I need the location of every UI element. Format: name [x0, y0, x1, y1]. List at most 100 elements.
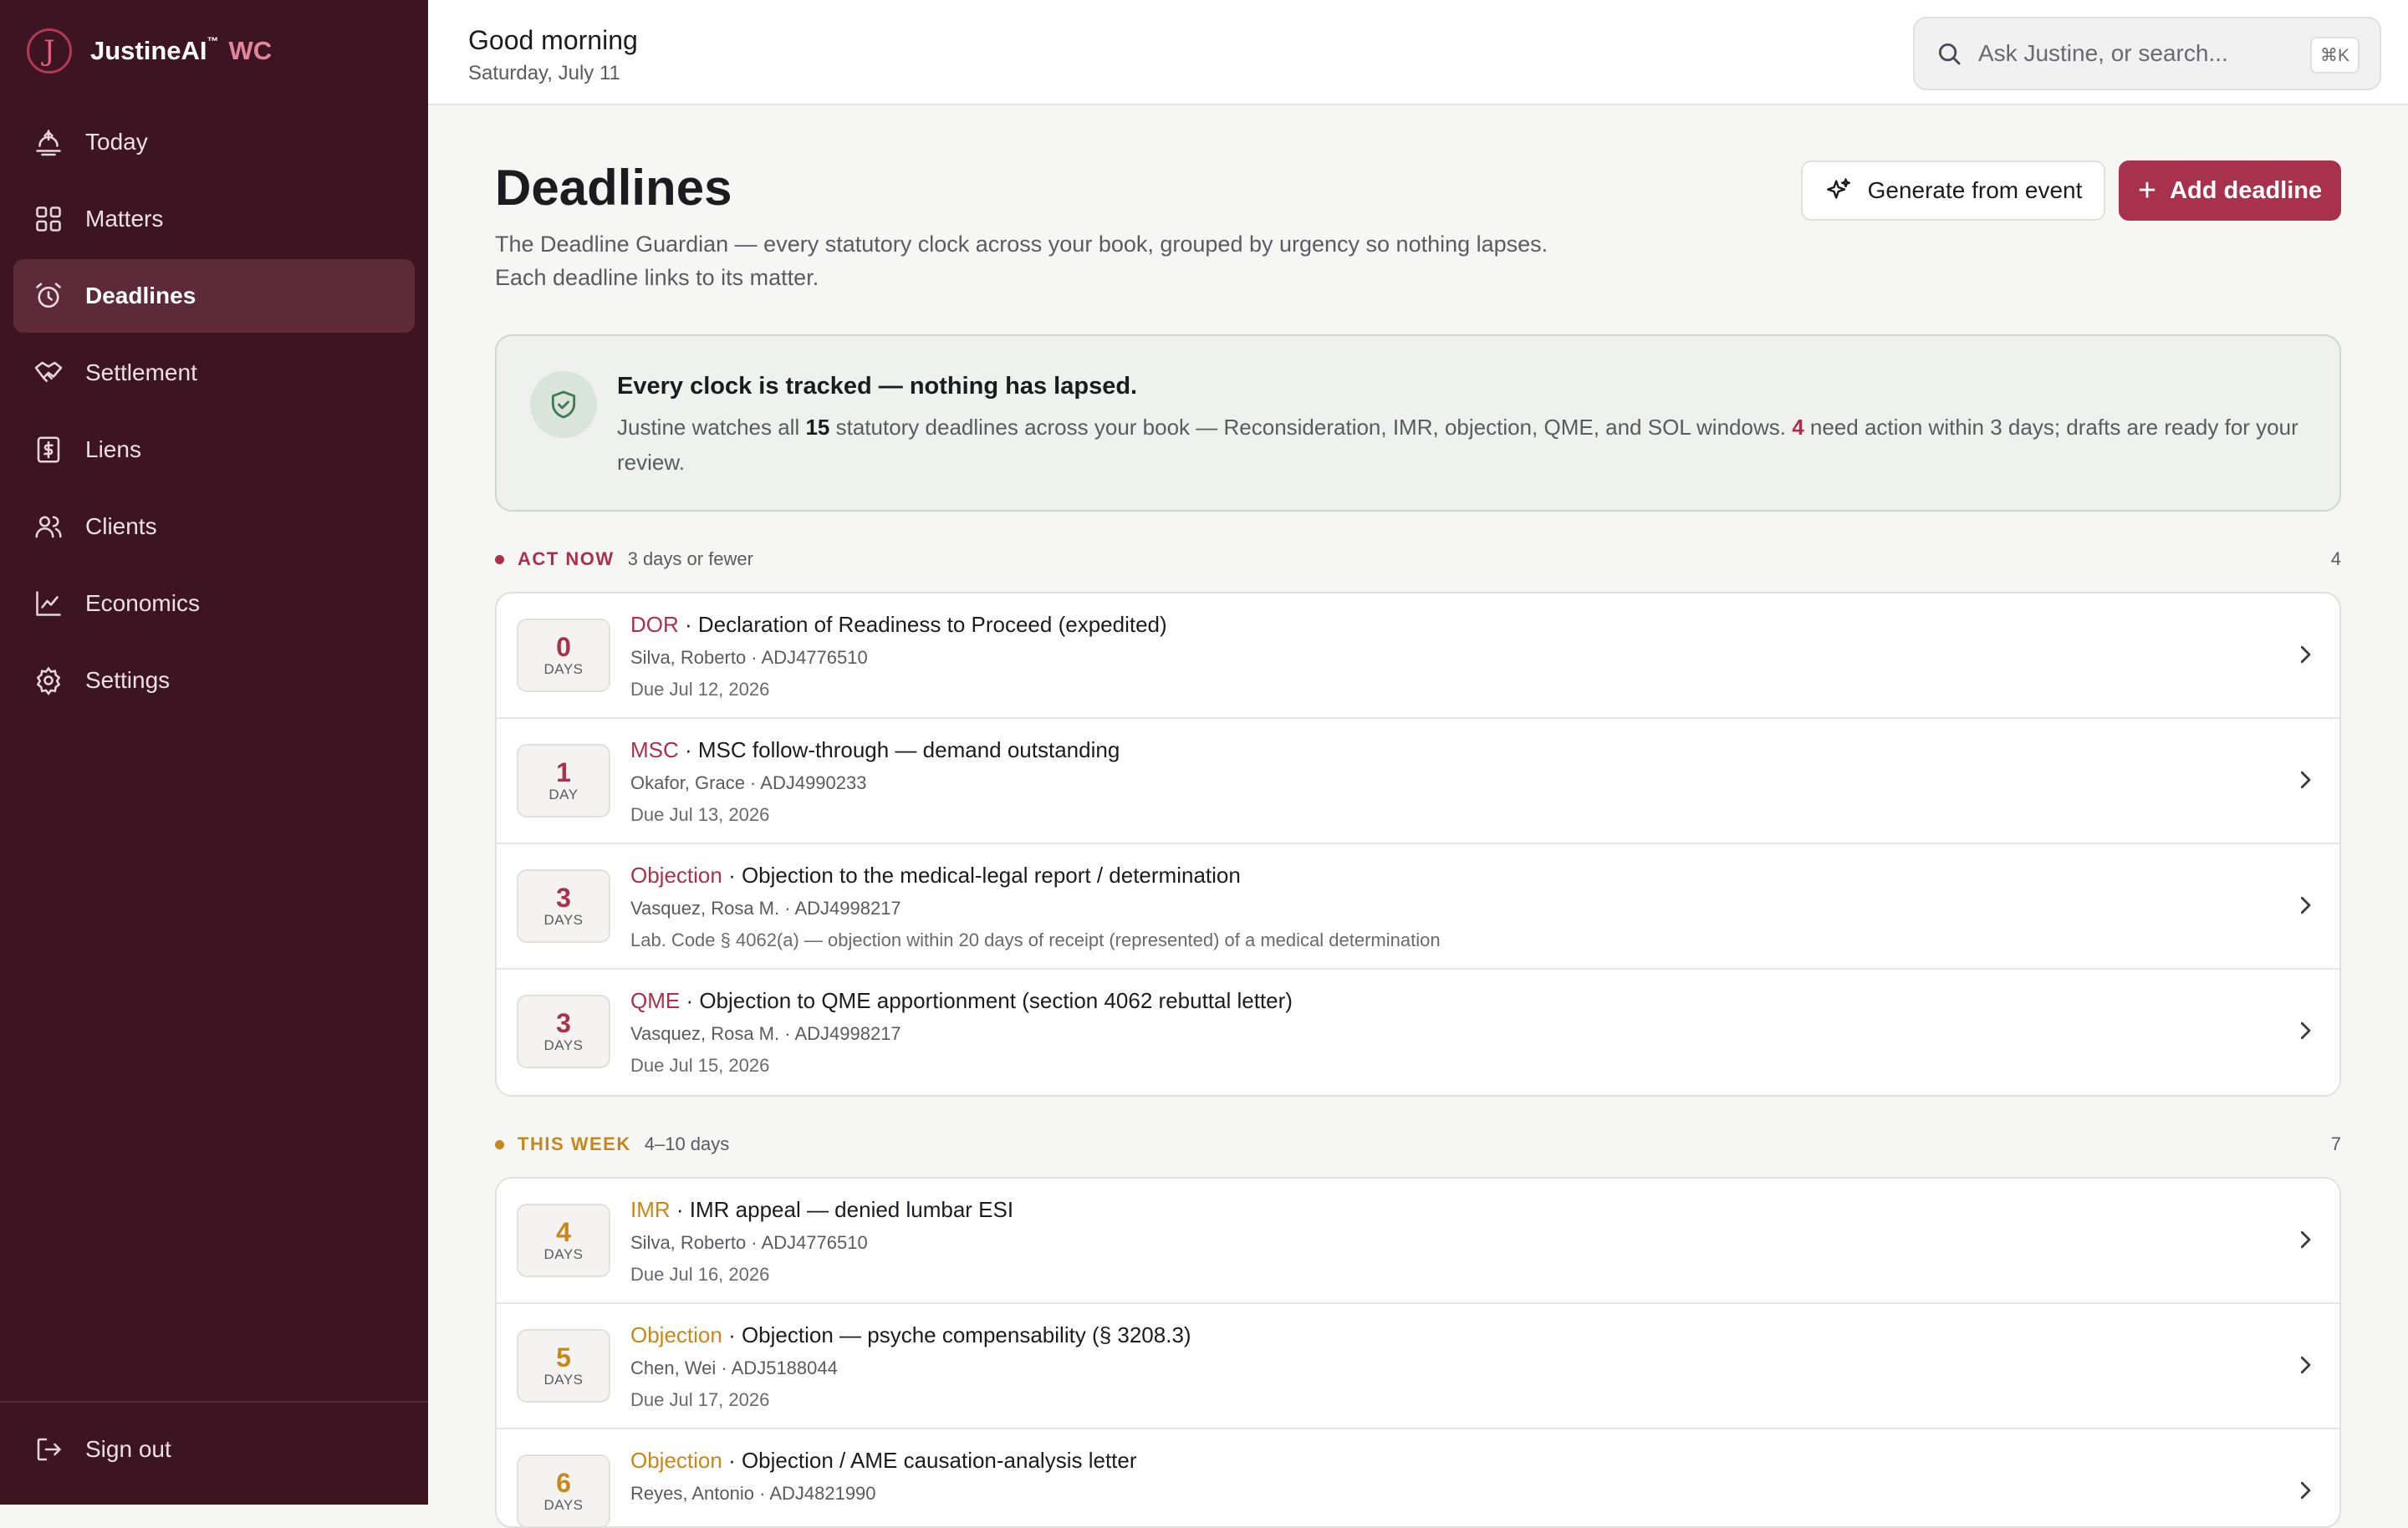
gear-icon — [33, 665, 64, 695]
brand[interactable]: J JustineAI™ WC — [27, 28, 272, 74]
sign-out-icon — [37, 1438, 61, 1461]
days-unit: DAYS — [543, 912, 584, 928]
banner-title: Every clock is tracked — nothing has lap… — [617, 373, 1138, 400]
days-unit: DAY — [548, 787, 579, 802]
sidebar-item-matters[interactable]: Matters — [13, 182, 415, 256]
days-remaining-badge: 5 DAYS — [517, 1329, 610, 1403]
add-deadline-button[interactable]: + Add deadline — [2119, 160, 2341, 221]
sidebar-item-economics[interactable]: Economics — [13, 567, 415, 640]
sidebar-item-label: Today — [85, 129, 148, 155]
deadline-matter: Chen, Wei · ADJ5188044 — [630, 1357, 838, 1378]
days-remaining-badge: 0 DAYS — [517, 619, 610, 692]
search-input[interactable] — [1977, 39, 2306, 68]
deadline-name: IMR appeal — denied lumbar ESI — [689, 1197, 1014, 1222]
search-bar[interactable]: ⌘K — [1913, 17, 2381, 90]
banner-body: Justine watches all 15 statutory deadlin… — [617, 410, 2306, 480]
plus-icon: + — [2137, 173, 2157, 208]
chevron-right-icon — [2300, 896, 2311, 914]
days-unit: DAYS — [543, 1497, 584, 1513]
days-unit: DAYS — [543, 1372, 584, 1388]
deadline-row[interactable]: 5 DAYS Objection · Objection — psyche co… — [497, 1304, 2339, 1429]
days-remaining-badge: 4 DAYS — [517, 1204, 610, 1277]
chevron-right-icon — [2300, 771, 2311, 789]
deadline-type: Objection — [630, 1448, 722, 1473]
sparkles-icon — [1826, 178, 1850, 199]
sidebar-item-liens[interactable]: Liens — [13, 413, 415, 486]
grid-icon — [33, 204, 64, 234]
section-subtitle: 3 days or fewer — [627, 548, 753, 569]
sign-out-button[interactable]: Sign out — [33, 1434, 171, 1464]
status-banner: Every clock is tracked — nothing has lap… — [495, 334, 2341, 512]
deadline-type: Objection — [630, 1322, 722, 1347]
banner-text: Justine watches all — [617, 415, 806, 440]
days-number: 1 — [556, 757, 571, 787]
deadline-matter: Vasquez, Rosa M. · ADJ4998217 — [630, 898, 901, 919]
deadline-title: DOR · Declaration of Readiness to Procee… — [630, 612, 1167, 637]
deadline-due: Due Jul 12, 2026 — [630, 679, 770, 700]
generate-from-event-button[interactable]: Generate from event — [1801, 160, 2105, 221]
total-deadline-count: 15 — [805, 415, 830, 440]
chevron-right-icon — [2300, 645, 2311, 664]
days-number: 4 — [556, 1217, 571, 1247]
sidebar-item-label: Settlement — [85, 359, 197, 385]
logo: J — [27, 28, 72, 74]
chevron-right-icon — [2300, 1230, 2311, 1249]
chevron-right-icon — [2300, 1021, 2311, 1040]
sidebar-item-label: Clients — [85, 513, 157, 539]
deadline-row[interactable]: 3 DAYS Objection · Objection to the medi… — [497, 844, 2339, 970]
deadline-row[interactable]: 4 DAYS IMR · IMR appeal — denied lumbar … — [497, 1179, 2339, 1304]
sidebar-item-settlement[interactable]: Settlement — [13, 336, 415, 410]
brand-name: JustineAI™ — [90, 34, 219, 65]
days-number: 0 — [556, 632, 571, 662]
days-unit: DAYS — [543, 1246, 584, 1262]
deadline-matter: Reyes, Antonio · ADJ4821990 — [630, 1483, 876, 1504]
section-count: 4 — [2330, 548, 2341, 569]
days-number: 6 — [556, 1468, 571, 1498]
search-icon — [1938, 43, 1961, 65]
deadline-due: Due Jul 13, 2026 — [630, 804, 770, 825]
sidebar-item-label: Liens — [85, 436, 141, 462]
urgency-dot — [495, 554, 504, 564]
deadline-title: MSC · MSC follow-through — demand outsta… — [630, 737, 1120, 762]
deadline-row[interactable]: 0 DAYS DOR · Declaration of Readiness to… — [497, 593, 2339, 719]
search-shortcut: ⌘K — [2309, 37, 2360, 74]
days-remaining-badge: 6 DAYS — [517, 1454, 610, 1526]
deadline-row[interactable]: 3 DAYS QME · Objection to QME apportionm… — [497, 970, 2339, 1095]
days-remaining-badge: 1 DAY — [517, 744, 610, 817]
days-remaining-badge: 3 DAYS — [517, 869, 610, 943]
shield-check-icon — [530, 371, 597, 438]
days-remaining-badge: 3 DAYS — [517, 995, 610, 1068]
deadline-name: Declaration of Readiness to Proceed (exp… — [697, 612, 1167, 637]
description-line: Each deadline links to its matter. — [495, 265, 819, 290]
days-unit: DAYS — [543, 661, 584, 677]
section-label: THIS WEEK — [518, 1133, 631, 1154]
deadline-matter: Silva, Roberto · ADJ4776510 — [630, 647, 868, 668]
deadline-type: MSC — [630, 737, 679, 762]
days-number: 3 — [556, 883, 571, 913]
sidebar-item-label: Settings — [85, 667, 171, 693]
sign-out-label: Sign out — [85, 1436, 171, 1462]
deadline-due: Due Jul 15, 2026 — [630, 1055, 770, 1076]
handshake-icon — [33, 358, 64, 388]
deadline-due: Due Jul 17, 2026 — [630, 1389, 770, 1410]
deadline-name: Objection — psyche compensability (§ 320… — [741, 1322, 1191, 1347]
sidebar-item-today[interactable]: Today — [13, 105, 415, 179]
page-title: Deadlines — [495, 160, 732, 216]
deadline-row[interactable]: 6 DAYS Objection · Objection / AME causa… — [497, 1429, 2339, 1526]
page-description: The Deadline Guardian — every statutory … — [495, 227, 1666, 294]
deadline-name: Objection to the medical-legal report / … — [741, 863, 1241, 888]
section-count: 7 — [2330, 1133, 2341, 1154]
dollar-document-icon — [33, 435, 64, 465]
sidebar-item-label: Matters — [85, 206, 164, 232]
deadline-name: Objection to QME apportionment (section … — [699, 988, 1293, 1013]
sidebar-item-deadlines[interactable]: Deadlines — [13, 259, 415, 333]
days-number: 3 — [556, 1008, 571, 1038]
sidebar-item-clients[interactable]: Clients — [13, 490, 415, 563]
deadline-type: Objection — [630, 863, 722, 888]
deadline-title: Objection · Objection — psyche compensab… — [630, 1322, 1191, 1347]
sidebar-item-settings[interactable]: Settings — [13, 644, 415, 717]
deadline-row[interactable]: 1 DAY MSC · MSC follow-through — demand … — [497, 719, 2339, 844]
description-line: The Deadline Guardian — every statutory … — [495, 232, 1548, 257]
deadline-type: DOR — [630, 612, 679, 637]
deadline-name: Objection / AME causation-analysis lette… — [741, 1448, 1137, 1473]
